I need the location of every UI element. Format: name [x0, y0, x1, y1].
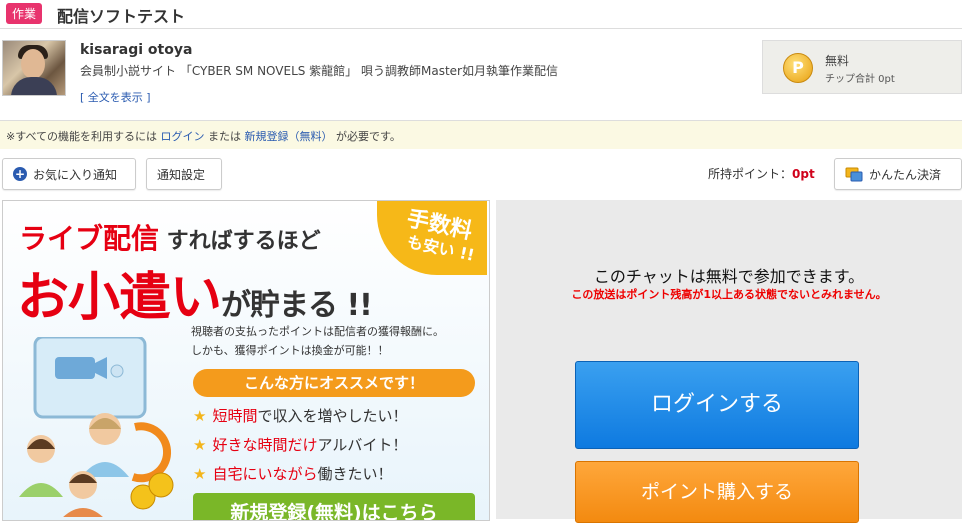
page-title: 配信ソフトテスト [57, 7, 186, 26]
feature-item: ★ 自宅にいながら働きたい！ [193, 463, 392, 484]
point-coin-icon: P [783, 53, 813, 83]
notice-register-link[interactable]: 新規登録（無料） [245, 130, 333, 143]
show-full-text-link[interactable]: [ 全文を表示 ] [80, 89, 151, 105]
notice-suffix: が必要です。 [332, 130, 401, 143]
notice-login-link[interactable]: ログイン [161, 130, 205, 143]
pay-icon [845, 167, 863, 182]
category-tag: 作業 [6, 3, 43, 24]
feature-item: ★ 短時間で収入を増やしたい！ [193, 405, 407, 426]
notify-settings-button[interactable]: 通知設定 [146, 158, 222, 190]
banner-desc-line2: しかも、獲得ポイントは換金が可能！！ [191, 344, 389, 357]
recommend-heading: こんな方にオススメです！ [193, 369, 475, 397]
banner-headline1: ライブ配信 すればするほど [19, 217, 321, 257]
points-value: 0pt [792, 167, 815, 181]
easy-pay-label: かんたん決済 [869, 168, 942, 182]
banner-headline2-rest: が貯まる !! [221, 288, 373, 323]
feature-highlight: 自宅にいながら [212, 465, 318, 483]
user-description: 会員制小説サイト 「CYBER SM NOVELS 紫龍館」 唄う調教師Mast… [80, 64, 558, 78]
banner-headline2-red: お小遣い [17, 268, 222, 328]
feature-rest: 働きたい！ [317, 465, 393, 483]
chat-warning: この放送はポイント残高が1以上ある状態でないとみれません。 [571, 288, 887, 301]
easy-pay-button[interactable]: かんたん決済 [834, 158, 962, 190]
favorite-notify-button[interactable]: + お気に入り通知 [2, 158, 136, 190]
plus-icon: + [13, 167, 27, 181]
notice-or: または [204, 130, 245, 143]
login-button[interactable]: ログインする [575, 361, 859, 449]
points-label: 所持ポイント： [708, 167, 793, 181]
avatar-body [11, 77, 57, 95]
feature-rest: で収入を増やしたい！ [257, 407, 408, 425]
title-bar: 作業 配信ソフトテスト [0, 0, 962, 29]
banner-headline1-red: ライブ配信 [19, 222, 160, 255]
favorite-notify-label: お気に入り通知 [33, 168, 118, 182]
feature-highlight: 好きな時間だけ [212, 436, 318, 454]
feature-rest: アルバイト！ [317, 436, 408, 454]
profile-section: kisaragi otoya 会員制小説サイト 「CYBER SM NOVELS… [0, 34, 962, 116]
chat-panel: このチャットは無料で参加できます。 この放送はポイント残高が1以上ある状態でない… [496, 200, 962, 523]
banner-desc-line1: 視聴者の支払ったポイントは配信者の獲得報酬に。 [191, 325, 444, 338]
feature-item: ★ 好きな時間だけアルバイト！ [193, 434, 407, 455]
banner-description: 視聴者の支払ったポイントは配信者の獲得報酬に。 しかも、獲得ポイントは換金が可能… [191, 322, 444, 360]
banner-headline2: お小遣いが貯まる !! [17, 255, 373, 330]
star-icon: ★ [193, 436, 207, 454]
login-notice: ※すべての機能を利用するには ログイン または 新規登録（無料） が必要です。 [0, 120, 962, 149]
register-free-button[interactable]: 新規登録(無料)はこちら [193, 493, 475, 520]
user-name[interactable]: kisaragi otoya [80, 42, 192, 58]
notice-prefix: ※すべての機能を利用するには [6, 130, 161, 143]
fee-label: 無料 [825, 54, 850, 68]
buy-points-button[interactable]: ポイント購入する [575, 461, 859, 523]
feature-highlight: 短時間 [212, 407, 258, 425]
star-icon: ★ [193, 465, 207, 483]
star-icon: ★ [193, 407, 207, 425]
avatar-face [21, 49, 45, 79]
avatar[interactable] [2, 40, 66, 96]
streaming-banner[interactable]: 手数料 も安い !! ライブ配信 すればするほど お小遣いが貯まる !! 視聴者… [2, 200, 490, 521]
banner-headline1-rest: すればするほど [159, 229, 321, 254]
streaming-illustration [19, 337, 174, 517]
notify-settings-label: 通知設定 [157, 168, 206, 182]
chip-total: チップ合計 0pt [825, 74, 895, 85]
chat-free-text: このチャットは無料で参加できます。 [593, 267, 865, 286]
fee-box: P 無料 チップ合計 0pt [762, 40, 962, 94]
points-balance: 所持ポイント：0pt [708, 165, 815, 182]
